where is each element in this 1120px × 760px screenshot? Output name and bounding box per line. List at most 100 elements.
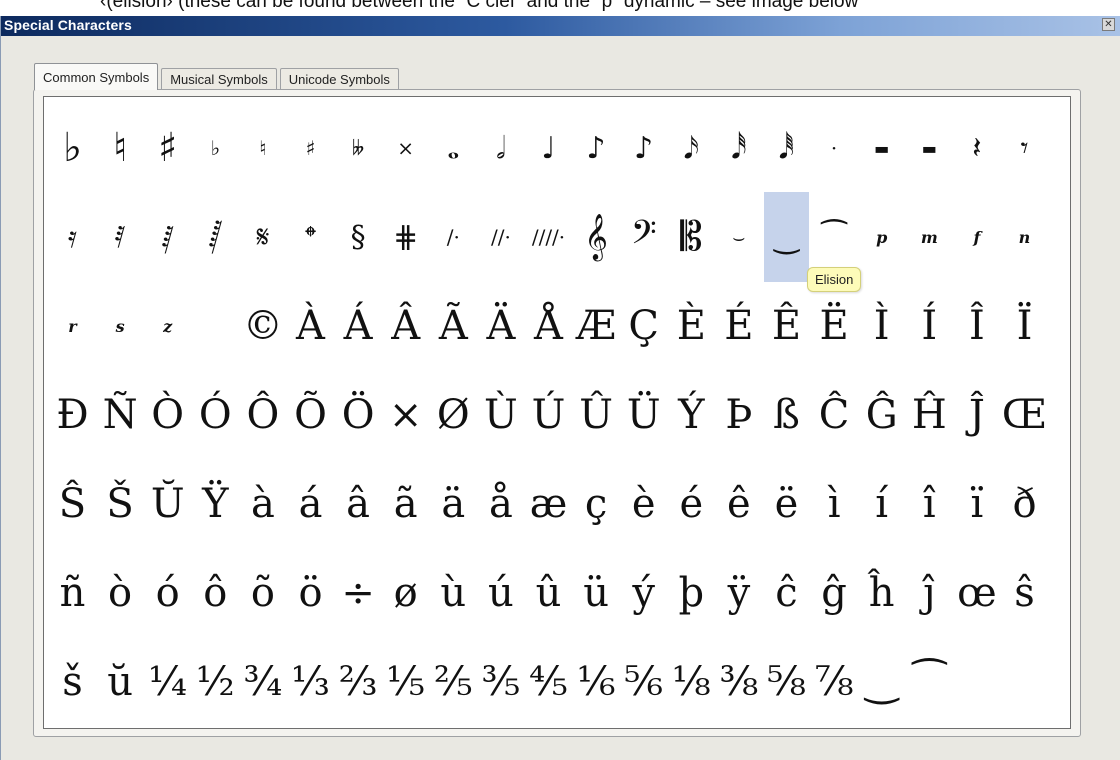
u-acute-upper[interactable]: Ú xyxy=(526,370,571,460)
e-circumflex-lower[interactable]: ê xyxy=(716,459,761,549)
eighth-rest-icon[interactable]: 𝄾 xyxy=(1002,103,1047,193)
thirty-second-note-icon[interactable]: 𝅘𝅥𝅯 xyxy=(669,103,714,193)
close-button[interactable]: ✕ xyxy=(1102,18,1115,31)
o-umlaut-upper[interactable]: Ö xyxy=(336,370,381,460)
coda-icon[interactable]: 𝄌 xyxy=(288,192,333,282)
mezzo-dynamic-icon[interactable]: m xyxy=(907,192,952,282)
whole-rest-icon[interactable]: ▬ xyxy=(859,103,904,193)
e-circumflex-upper[interactable]: Ê xyxy=(764,281,809,371)
empty-symbol-cell[interactable] xyxy=(193,281,238,371)
c-circumflex-lower[interactable]: ĉ xyxy=(764,548,809,638)
y-acute-upper[interactable]: Ý xyxy=(669,370,714,460)
a-acute-upper[interactable]: Á xyxy=(336,281,381,371)
n-tilde-upper[interactable]: Ñ xyxy=(98,370,143,460)
o-grave-lower[interactable]: ò xyxy=(98,548,143,638)
y-acute-lower[interactable]: ý xyxy=(621,548,666,638)
tab-common-symbols[interactable]: Common Symbols xyxy=(34,63,159,90)
a-acute-lower[interactable]: á xyxy=(288,459,333,549)
a-grave-lower[interactable]: à xyxy=(240,459,285,549)
u-circumflex-upper[interactable]: Û xyxy=(574,370,619,460)
a-ring-lower[interactable]: å xyxy=(478,459,523,549)
oe-ligature-lower[interactable]: œ xyxy=(954,548,999,638)
thorn-lower[interactable]: þ xyxy=(669,548,714,638)
treble-clef-icon[interactable]: 𝄞 xyxy=(574,192,619,282)
u-grave-lower[interactable]: ù xyxy=(431,548,476,638)
s-caron-lower[interactable]: š xyxy=(50,637,95,727)
i-circumflex-lower[interactable]: î xyxy=(907,459,952,549)
s-circumflex-upper[interactable]: Ŝ xyxy=(50,459,95,549)
o-circumflex-lower[interactable]: ô xyxy=(193,548,238,638)
sixty-fourth-note-icon[interactable]: 𝅘𝅥𝅰 xyxy=(716,103,761,193)
i-grave-upper[interactable]: Ì xyxy=(859,281,904,371)
e-umlaut-lower[interactable]: ë xyxy=(764,459,809,549)
sharp-s[interactable]: ß xyxy=(764,370,809,460)
two-thirds-fraction[interactable]: ⅔ xyxy=(336,637,381,727)
sharp-icon[interactable]: ♯ xyxy=(145,103,190,193)
double-flat-icon[interactable]: 𝄫 xyxy=(336,103,381,193)
j-circumflex-upper[interactable]: Ĵ xyxy=(954,370,999,460)
four-fifths-fraction[interactable]: ⅘ xyxy=(526,637,571,727)
o-stroke-upper[interactable]: Ø xyxy=(431,370,476,460)
y-umlaut-upper[interactable]: Ÿ xyxy=(193,459,238,549)
one-eighth-fraction[interactable]: ⅛ xyxy=(669,637,714,727)
one-half-fraction[interactable]: ½ xyxy=(193,637,238,727)
u-grave-upper[interactable]: Ù xyxy=(478,370,523,460)
a-tilde-upper[interactable]: Ã xyxy=(431,281,476,371)
e-acute-upper[interactable]: É xyxy=(716,281,761,371)
one-third-fraction[interactable]: ⅓ xyxy=(288,637,333,727)
sixty-fourth-rest-icon[interactable]: 𝅁 xyxy=(145,192,190,282)
i-acute-lower[interactable]: í xyxy=(859,459,904,549)
elision-icon[interactable]: ‿ xyxy=(764,192,809,282)
i-grave-lower[interactable]: ì xyxy=(812,459,857,549)
u-acute-lower[interactable]: ú xyxy=(478,548,523,638)
one-sixth-fraction[interactable]: ⅙ xyxy=(574,637,619,727)
section-sign-icon[interactable]: § xyxy=(336,192,381,282)
one-fifth-fraction[interactable]: ⅕ xyxy=(383,637,428,727)
g-circumflex-upper[interactable]: Ĝ xyxy=(859,370,904,460)
division-sign[interactable]: ÷ xyxy=(336,548,381,638)
forte-dynamic-icon[interactable]: f xyxy=(954,192,999,282)
small-natural-icon[interactable]: ♮ xyxy=(240,103,285,193)
ae-ligature-upper[interactable]: Æ xyxy=(574,281,619,371)
small-flat-icon[interactable]: ♭ xyxy=(193,103,238,193)
n-tilde-lower[interactable]: ñ xyxy=(50,548,95,638)
eth-upper[interactable]: Ð xyxy=(50,370,95,460)
quarter-rest-icon[interactable]: 𝄽 xyxy=(954,103,999,193)
u-umlaut-upper[interactable]: Ü xyxy=(621,370,666,460)
eighth-note-icon[interactable]: ♪ xyxy=(574,103,619,193)
o-tilde-lower[interactable]: õ xyxy=(240,548,285,638)
double-sharp-icon[interactable]: × xyxy=(383,103,428,193)
five-eighths-fraction[interactable]: ⅝ xyxy=(764,637,809,727)
a-ring-upper[interactable]: Å xyxy=(526,281,571,371)
square-coda-icon[interactable]: ⋕ xyxy=(383,192,428,282)
niente-dynamic-icon[interactable]: n xyxy=(1002,192,1047,282)
thirty-second-rest-icon[interactable]: 𝅀 xyxy=(98,192,143,282)
double-repeat-icon[interactable]: //· xyxy=(478,192,523,282)
h-circumflex-lower[interactable]: ĥ xyxy=(859,548,904,638)
a-circumflex-upper[interactable]: Â xyxy=(383,281,428,371)
bass-clef-icon[interactable]: 𝄢 xyxy=(621,192,666,282)
o-stroke-lower[interactable]: ø xyxy=(383,548,428,638)
two-fifths-fraction[interactable]: ⅖ xyxy=(431,637,476,727)
h-circumflex-upper[interactable]: Ĥ xyxy=(907,370,952,460)
o-acute-upper[interactable]: Ó xyxy=(193,370,238,460)
eth-lower[interactable]: ð xyxy=(1002,459,1047,549)
seven-eighths-fraction[interactable]: ⅞ xyxy=(812,637,857,727)
flat-icon[interactable]: ♭ xyxy=(50,103,95,193)
tab-musical-symbols[interactable]: Musical Symbols xyxy=(161,68,277,90)
s-caron-upper[interactable]: Š xyxy=(98,459,143,549)
i-acute-upper[interactable]: Í xyxy=(907,281,952,371)
u-circumflex-lower[interactable]: û xyxy=(526,548,571,638)
single-repeat-icon[interactable]: ∕· xyxy=(431,192,476,282)
multiplication-sign[interactable]: × xyxy=(383,370,428,460)
j-circumflex-lower[interactable]: ĵ xyxy=(907,548,952,638)
ae-ligature-lower[interactable]: æ xyxy=(526,459,571,549)
hundred-twenty-eighth-rest-icon[interactable]: 𝅂 xyxy=(193,192,238,282)
i-umlaut-upper[interactable]: Ï xyxy=(1002,281,1047,371)
oe-ligature-upper[interactable]: Œ xyxy=(1002,370,1048,460)
augmentation-dot-icon[interactable]: · xyxy=(812,103,857,193)
piano-dynamic-icon[interactable]: p xyxy=(859,192,904,282)
c-cedilla-upper[interactable]: Ç xyxy=(621,281,666,371)
o-grave-upper[interactable]: Ò xyxy=(145,370,190,460)
sixteenth-rest-icon[interactable]: 𝄿 xyxy=(50,192,95,282)
